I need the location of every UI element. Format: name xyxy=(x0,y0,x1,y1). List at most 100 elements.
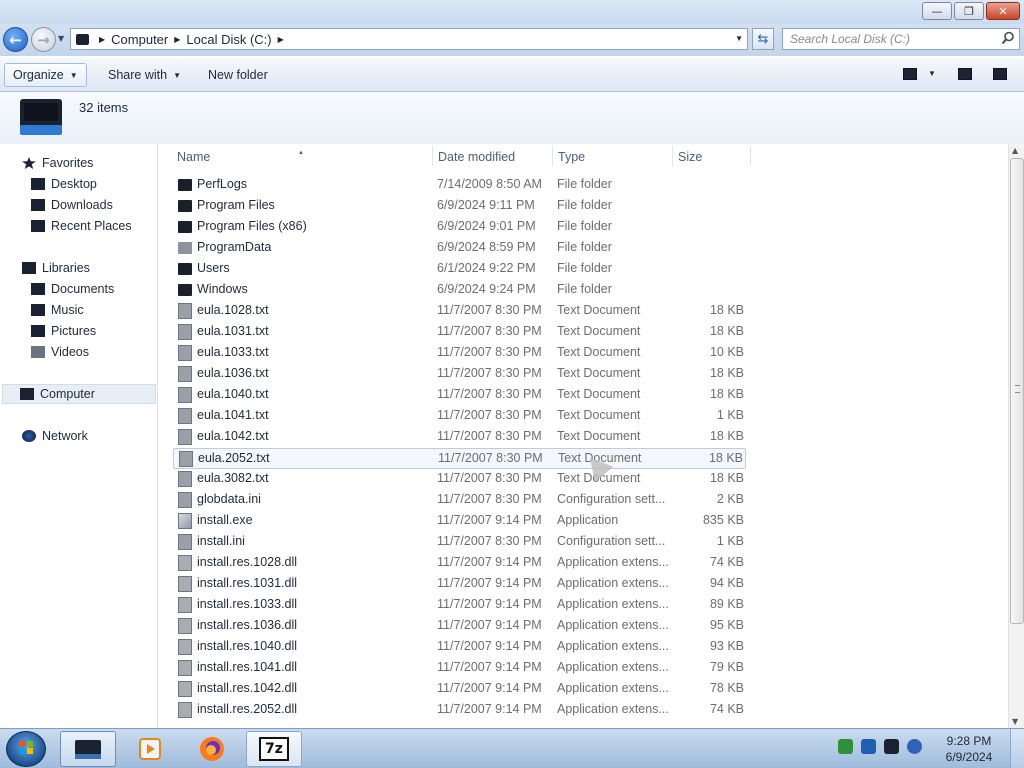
file-row[interactable]: Program Files 6/9/2024 9:11 PM File folder xyxy=(173,196,746,217)
search-icon[interactable] xyxy=(1001,31,1015,45)
taskbar-explorer[interactable] xyxy=(60,731,116,767)
forward-button[interactable]: → xyxy=(31,27,56,52)
file-row[interactable]: Windows 6/9/2024 9:24 PM File folder xyxy=(173,280,746,301)
file-row[interactable]: install.res.1040.dll 11/7/2007 9:14 PM App… xyxy=(173,637,746,658)
file-date-modified: 7/14/2009 8:50 AM xyxy=(437,177,542,191)
file-name: Users xyxy=(197,261,230,275)
file-row[interactable]: install.res.1031.dll 11/7/2007 9:14 PM App… xyxy=(173,574,746,595)
column-divider[interactable] xyxy=(552,146,553,166)
file-name: eula.3082.txt xyxy=(197,471,269,485)
file-name: install.res.2052.dll xyxy=(197,702,298,716)
taskbar-firefox[interactable] xyxy=(184,731,240,767)
column-header-type[interactable]: Type xyxy=(558,150,585,164)
file-row[interactable]: globdata.ini 11/7/2007 8:30 PM Configurati… xyxy=(173,490,746,511)
scrollbar-thumb[interactable] xyxy=(1010,158,1024,624)
file-row[interactable]: eula.1033.txt 11/7/2007 8:30 PM Text Docum… xyxy=(173,343,746,364)
file-row[interactable]: install.res.2052.dll 11/7/2007 9:14 PM App… xyxy=(173,700,746,721)
chevron-right-icon[interactable]: ▶ xyxy=(278,35,284,44)
help-icon[interactable] xyxy=(993,68,1007,80)
back-button[interactable]: ← xyxy=(3,27,28,52)
file-size: 18 KB xyxy=(709,471,744,485)
file-row[interactable]: eula.1028.txt 11/7/2007 8:30 PM Text Docum… xyxy=(173,301,746,322)
breadcrumb-computer[interactable]: Computer xyxy=(111,32,168,47)
action-center-icon[interactable] xyxy=(838,739,853,754)
scroll-down-arrow-icon[interactable]: ▼ xyxy=(1012,717,1018,726)
share-with-button[interactable]: Share with ▼ xyxy=(100,63,189,87)
file-row[interactable]: install.ini 11/7/2007 8:30 PM Configuratio… xyxy=(173,532,746,553)
file-date-modified: 11/7/2007 8:30 PM xyxy=(437,366,542,380)
taskbar-7zip[interactable]: 7z xyxy=(246,731,302,767)
column-divider[interactable] xyxy=(672,146,673,166)
file-row[interactable]: install.res.1041.dll 11/7/2007 9:14 PM App… xyxy=(173,658,746,679)
text-file-icon xyxy=(178,324,192,340)
maximize-button[interactable]: ❐ xyxy=(954,2,984,20)
file-row[interactable]: eula.1036.txt 11/7/2007 8:30 PM Text Docum… xyxy=(173,364,746,385)
start-button[interactable] xyxy=(6,731,46,767)
clock[interactable]: 9:28 PM 6/9/2024 xyxy=(940,733,998,765)
column-header-date-modified[interactable]: Date modified xyxy=(438,150,515,164)
file-row[interactable]: eula.1042.txt 11/7/2007 8:30 PM Text Docum… xyxy=(173,427,746,448)
file-row[interactable]: eula.1040.txt 11/7/2007 8:30 PM Text Docum… xyxy=(173,385,746,406)
chevron-right-icon[interactable]: ▶ xyxy=(99,35,105,44)
column-divider[interactable] xyxy=(750,146,751,166)
file-date-modified: 11/7/2007 9:14 PM xyxy=(437,639,542,653)
file-row[interactable]: ProgramData 6/9/2024 8:59 PM File folder xyxy=(173,238,746,259)
file-row[interactable]: PerfLogs 7/14/2009 8:50 AM File folder xyxy=(173,175,746,196)
scroll-up-arrow-icon[interactable]: ▲ xyxy=(1012,146,1018,155)
view-options-dropdown-icon[interactable]: ▼ xyxy=(928,69,936,78)
file-list[interactable]: ▲ Name Date modified Type Size PerfLogs 7… xyxy=(160,144,1008,728)
change-view-icon[interactable] xyxy=(903,68,917,80)
new-folder-button[interactable]: New folder xyxy=(200,63,276,87)
show-desktop-button[interactable] xyxy=(1010,729,1024,768)
close-button[interactable]: ✕ xyxy=(986,2,1020,20)
file-name: Program Files xyxy=(197,198,275,212)
windows-explorer-icon xyxy=(75,740,101,759)
nav-computer[interactable]: Computer xyxy=(2,384,156,404)
nav-downloads[interactable]: Downloads xyxy=(31,195,113,215)
file-row[interactable]: eula.1031.txt 11/7/2007 8:30 PM Text Docum… xyxy=(173,322,746,343)
address-dropdown-icon[interactable]: ▼ xyxy=(735,34,743,43)
nav-pictures[interactable]: Pictures xyxy=(31,321,96,341)
file-row[interactable]: eula.2052.txt 11/7/2007 8:30 PM Text Docum… xyxy=(173,448,746,469)
security-shield-icon[interactable] xyxy=(861,739,876,754)
nav-favorites[interactable]: Favorites xyxy=(22,153,93,173)
file-row[interactable]: install.res.1036.dll 11/7/2007 9:14 PM App… xyxy=(173,616,746,637)
file-name: install.res.1036.dll xyxy=(197,618,298,632)
vertical-scrollbar[interactable]: ▲ ▼ xyxy=(1008,144,1024,728)
preview-pane-icon[interactable] xyxy=(958,68,972,80)
nav-recent-places[interactable]: Recent Places xyxy=(31,216,132,236)
file-name: eula.1036.txt xyxy=(197,366,269,380)
volume-icon[interactable] xyxy=(907,739,922,754)
nav-music[interactable]: Music xyxy=(31,300,84,320)
column-header-name[interactable]: Name xyxy=(177,150,210,164)
nav-videos[interactable]: Videos xyxy=(31,342,89,362)
chevron-right-icon[interactable]: ▶ xyxy=(174,35,180,44)
file-row[interactable]: eula.3082.txt 11/7/2007 8:30 PM Text Docum… xyxy=(173,469,746,490)
file-row[interactable]: install.exe 11/7/2007 9:14 PM Application 8… xyxy=(173,511,746,532)
network-status-icon[interactable] xyxy=(884,739,899,754)
search-input[interactable]: Search Local Disk (C:) xyxy=(782,28,1020,50)
folder-icon xyxy=(178,221,192,233)
file-row[interactable]: eula.1041.txt 11/7/2007 8:30 PM Text Docum… xyxy=(173,406,746,427)
clock-date: 6/9/2024 xyxy=(945,750,993,764)
address-bar[interactable]: ▶ Computer ▶ Local Disk (C:) ▶ ▼ xyxy=(70,28,748,50)
column-divider[interactable] xyxy=(432,146,433,166)
system-tray xyxy=(838,739,922,754)
file-row[interactable]: install.res.1042.dll 11/7/2007 9:14 PM App… xyxy=(173,679,746,700)
file-row[interactable]: Users 6/1/2024 9:22 PM File folder xyxy=(173,259,746,280)
nav-libraries[interactable]: Libraries xyxy=(22,258,90,278)
nav-documents[interactable]: Documents xyxy=(31,279,114,299)
nav-desktop[interactable]: Desktop xyxy=(31,174,97,194)
minimize-button[interactable]: — xyxy=(922,2,952,20)
recent-pages-dropdown[interactable]: ▼ xyxy=(58,34,64,43)
file-row[interactable]: install.res.1033.dll 11/7/2007 9:14 PM App… xyxy=(173,595,746,616)
breadcrumb-local-disk[interactable]: Local Disk (C:) xyxy=(186,32,271,47)
nav-network[interactable]: Network xyxy=(22,426,88,446)
taskbar-media-player[interactable] xyxy=(122,731,178,767)
organize-button[interactable]: Organize ▼ xyxy=(4,63,87,87)
refresh-button[interactable]: ⇆ xyxy=(752,28,774,50)
file-row[interactable]: install.res.1028.dll 11/7/2007 9:14 PM App… xyxy=(173,553,746,574)
file-row[interactable]: Program Files (x86) 6/9/2024 9:01 PM File … xyxy=(173,217,746,238)
file-type: Application extens... xyxy=(557,660,669,674)
column-header-size[interactable]: Size xyxy=(678,150,702,164)
